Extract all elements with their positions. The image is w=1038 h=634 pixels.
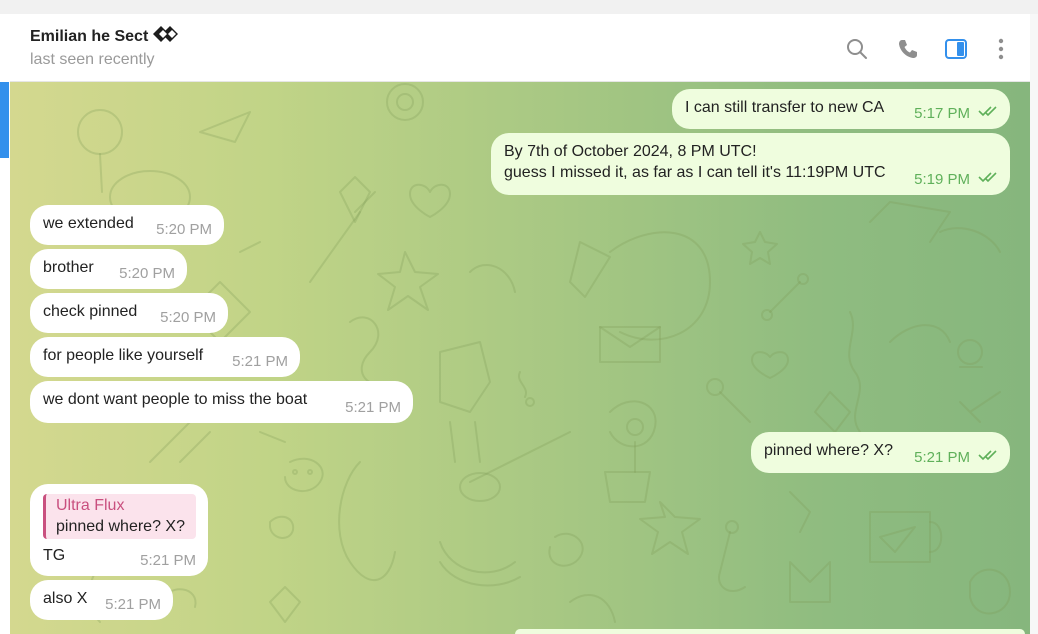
message-time: 5:21 PM — [345, 399, 401, 416]
chat-header[interactable]: Emilian he Sect last seen recently — [10, 14, 1030, 82]
reply-text: pinned where? X? — [56, 518, 185, 535]
message-bubble-incoming[interactable]: for people like yourself 5:21 PM — [30, 337, 300, 377]
more-vertical-icon[interactable] — [988, 36, 1014, 62]
message-time: 5:21 PM — [232, 353, 288, 370]
window-top-strip — [0, 0, 1038, 15]
contact-name-text: Emilian he Sect — [30, 27, 149, 45]
right-edge — [1030, 14, 1038, 634]
message-bubble-outgoing[interactable]: By 7th of October 2024, 8 PM UTC! guess … — [491, 133, 1010, 195]
double-check-icon — [978, 102, 1000, 123]
message-time: 5:17 PM — [914, 105, 970, 122]
message-time: 5:20 PM — [119, 265, 175, 282]
message-bubble-incoming[interactable]: brother 5:20 PM — [30, 249, 187, 289]
message-bubble-incoming[interactable]: we extended 5:20 PM — [30, 205, 224, 245]
message-time: 5:21 PM — [105, 596, 161, 613]
double-check-icon — [978, 168, 1000, 189]
message-bubble-outgoing-partial[interactable] — [515, 629, 1025, 634]
message-bubble-incoming[interactable]: check pinned 5:20 PM — [30, 293, 228, 333]
reply-quote[interactable]: Ultra Flux pinned where? X? — [43, 494, 196, 539]
message-bubble-incoming[interactable]: also X 5:21 PM — [30, 580, 173, 620]
active-chat-indicator — [0, 82, 9, 158]
message-line: By 7th of October 2024, 8 PM UTC! — [504, 143, 757, 160]
double-check-icon — [978, 446, 1000, 467]
message-time: 5:19 PM — [914, 171, 970, 188]
contact-name[interactable]: Emilian he Sect — [30, 25, 179, 48]
message-time: 5:21 PM — [140, 552, 196, 569]
message-bubble-outgoing[interactable]: I can still transfer to new CA 5:17 PM — [672, 89, 1010, 129]
message-bubble-incoming[interactable]: we dont want people to miss the boat 5:2… — [30, 381, 413, 423]
message-bubble-outgoing[interactable]: pinned where? X? 5:21 PM — [751, 432, 1010, 473]
message-bubble-incoming[interactable]: Ultra Flux pinned where? X? TG 5:21 PM — [30, 484, 208, 576]
message-time: 5:20 PM — [160, 309, 216, 326]
sidebar-toggle-icon[interactable] — [943, 36, 969, 62]
reply-author: Ultra Flux — [56, 497, 125, 514]
last-seen-status: last seen recently — [30, 51, 155, 68]
chat-area[interactable]: I can still transfer to new CA 5:17 PM B… — [10, 82, 1030, 634]
phone-icon[interactable] — [895, 36, 921, 62]
diamond-emoji-icon — [152, 25, 179, 48]
search-icon[interactable] — [844, 36, 870, 62]
message-time: 5:20 PM — [156, 221, 212, 238]
message-time: 5:21 PM — [914, 449, 970, 466]
